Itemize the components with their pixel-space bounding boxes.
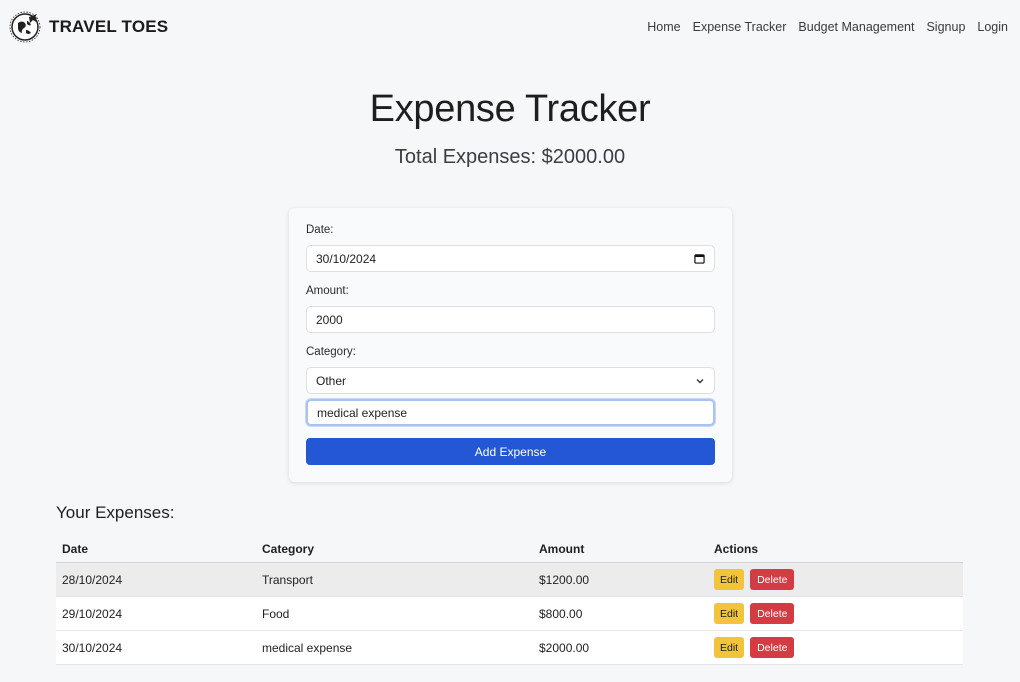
delete-button[interactable]: Delete: [750, 603, 795, 624]
row-date: 30/10/2024: [62, 640, 123, 655]
page-title: Expense Tracker: [369, 88, 651, 130]
navbar: TRAVEL TOES Home Expense Tracker Budget …: [0, 0, 1020, 54]
expenses-heading: Your Expenses:: [56, 503, 175, 522]
amount-label: Amount:: [306, 285, 349, 297]
delete-button[interactable]: Delete: [750, 637, 795, 658]
amount-value: 2000: [316, 312, 343, 327]
category-select[interactable]: Other: [306, 367, 715, 394]
row-actions: Edit Delete: [708, 569, 963, 590]
edit-button[interactable]: Edit: [714, 637, 745, 658]
nav-link-expense-tracker[interactable]: Expense Tracker: [693, 20, 787, 34]
date-input[interactable]: 30/10/2024: [306, 245, 715, 272]
custom-category-input[interactable]: medical expense: [306, 399, 715, 426]
nav-link-signup[interactable]: Signup: [926, 20, 965, 34]
chevron-down-icon: [696, 378, 704, 383]
column-header-amount: Amount: [539, 542, 585, 556]
row-actions: Edit Delete: [708, 603, 963, 624]
amount-input[interactable]: 2000: [306, 306, 715, 333]
expenses-table: Date Category Amount Actions 28/10/2024 …: [56, 536, 963, 665]
table-row: 28/10/2024 Transport $1200.00 Edit Delet…: [56, 563, 963, 597]
nav-links: Home Expense Tracker Budget Management S…: [647, 20, 1008, 34]
row-actions: Edit Delete: [708, 637, 963, 658]
brand-name: TRAVEL TOES: [49, 17, 169, 36]
table-row: 29/10/2024 Food $800.00 Edit Delete: [56, 597, 963, 631]
column-header-category: Category: [262, 542, 315, 556]
delete-button[interactable]: Delete: [750, 569, 795, 590]
table-header: Date Category Amount Actions: [56, 536, 963, 563]
column-header-actions: Actions: [714, 542, 759, 556]
date-label: Date:: [306, 224, 334, 236]
category-label: Category:: [306, 346, 356, 358]
nav-link-home[interactable]: Home: [647, 20, 680, 34]
row-date: 28/10/2024: [62, 572, 123, 587]
date-value: 30/10/2024: [316, 251, 377, 266]
row-category: Food: [262, 606, 290, 621]
add-expense-button[interactable]: Add Expense: [306, 438, 715, 465]
row-category: Transport: [262, 572, 313, 587]
category-selected: Other: [316, 373, 347, 388]
globe-plane-logo-icon: [8, 10, 42, 44]
table-row: 30/10/2024 medical expense $2000.00 Edit…: [56, 631, 963, 665]
row-amount: $1200.00: [539, 572, 590, 587]
row-amount: $2000.00: [539, 640, 590, 655]
expense-form: Date: 30/10/2024 Amount: 2000 Category: …: [289, 208, 732, 482]
edit-button[interactable]: Edit: [714, 603, 745, 624]
total-expenses: Total Expenses: $2000.00: [394, 146, 626, 168]
custom-category-value: medical expense: [317, 405, 408, 420]
row-date: 29/10/2024: [62, 606, 123, 621]
nav-link-login[interactable]: Login: [977, 20, 1008, 34]
brand[interactable]: TRAVEL TOES: [8, 10, 168, 44]
edit-button[interactable]: Edit: [714, 569, 745, 590]
nav-link-budget-management[interactable]: Budget Management: [798, 20, 914, 34]
row-amount: $800.00: [539, 606, 583, 621]
calendar-icon[interactable]: [694, 253, 705, 264]
row-category: medical expense: [262, 640, 353, 655]
column-header-date: Date: [62, 542, 89, 556]
